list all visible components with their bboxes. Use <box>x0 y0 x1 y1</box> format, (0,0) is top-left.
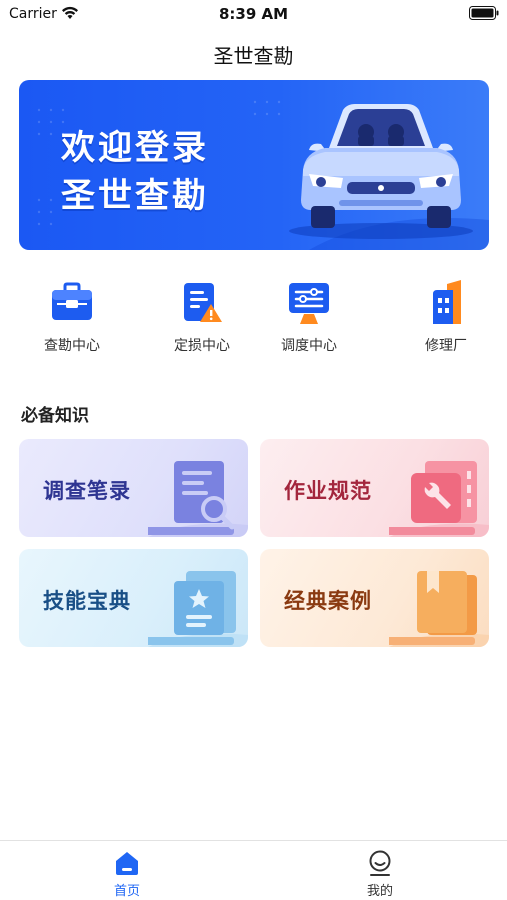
quick-item-dispatch-center[interactable]: 调度中心 <box>259 280 359 360</box>
card-skill-handbook[interactable]: 技能宝典 <box>19 549 248 647</box>
banner-headline: 欢迎登录 <box>61 128 209 168</box>
welcome-banner[interactable]: 欢迎登录 圣世查勘 <box>19 80 489 250</box>
profile-icon <box>369 850 391 876</box>
quick-item-label: 修理厂 <box>425 338 467 354</box>
tab-label: 我的 <box>366 884 393 899</box>
battery-icon <box>469 6 499 20</box>
card-operation-standard[interactable]: 作业规范 <box>260 439 489 537</box>
quick-item-label: 查勘中心 <box>44 338 100 354</box>
tab-profile[interactable]: 我的 <box>340 849 420 899</box>
bookmark-book-icon <box>389 571 489 647</box>
quick-item-survey-center[interactable]: 查勘中心 <box>22 280 122 360</box>
document-search-icon <box>148 461 248 537</box>
quick-item-label: 定损中心 <box>174 338 230 354</box>
home-icon <box>116 852 138 875</box>
quick-item-repair-shop[interactable]: 修理厂 <box>396 280 496 360</box>
status-time: 8:39 AM <box>218 5 289 23</box>
banner-subheadline: 圣世查勘 <box>61 176 209 216</box>
building-icon <box>433 280 461 324</box>
section-title: 必备知识 <box>21 406 89 426</box>
card-classic-cases[interactable]: 经典案例 <box>260 549 489 647</box>
toolbox-icon <box>389 461 489 537</box>
briefcase-icon <box>52 282 92 320</box>
card-label: 经典案例 <box>284 589 372 613</box>
quick-item-label: 调度中心 <box>281 338 337 354</box>
car-illustration <box>289 104 473 239</box>
tab-label: 首页 <box>113 884 140 899</box>
card-label: 调查笔录 <box>43 479 131 503</box>
card-label: 作业规范 <box>284 479 372 503</box>
star-certificate-icon <box>148 571 248 647</box>
card-investigation-record[interactable]: 调查笔录 <box>19 439 248 537</box>
document-warning-icon <box>184 283 222 322</box>
page-title: 圣世查勘 <box>213 44 294 68</box>
status-bar: Carrier 8:39 AM <box>0 0 507 28</box>
tab-home[interactable]: 首页 <box>87 849 167 899</box>
quick-item-loss-center[interactable]: 定损中心 <box>152 280 252 360</box>
tab-bar: 首页 我的 <box>0 840 507 900</box>
card-label: 技能宝典 <box>43 589 131 613</box>
dispatch-icon <box>289 283 329 324</box>
